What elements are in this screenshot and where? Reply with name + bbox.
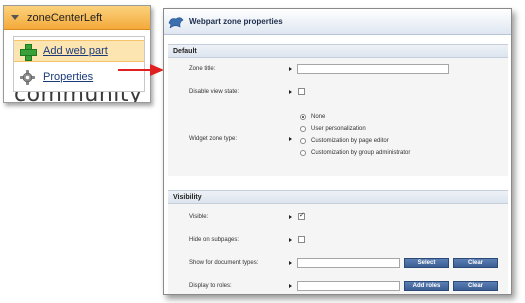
select-button[interactable]: Select (404, 258, 449, 268)
field-marker-icon (289, 215, 292, 219)
menu-item-add-web-part[interactable]: Add web part (14, 40, 144, 62)
field-marker-icon (289, 137, 292, 141)
document-types-input[interactable] (297, 258, 400, 268)
radio-customization-page-editor[interactable] (300, 138, 306, 144)
field-marker-icon (289, 261, 292, 265)
clear-roles-button[interactable]: Clear (453, 281, 498, 291)
zone-header[interactable]: zoneCenterLeft (4, 6, 150, 30)
field-marker-icon (289, 238, 292, 242)
disable-view-state-label: Disable view state: (189, 89, 240, 95)
webpart-zone-properties-dialog: Webpart zone properties Default Zone tit… (163, 8, 512, 295)
radio-label-customization-group-admin: Customization by group administrator (311, 150, 411, 156)
radio-label-customization-page-editor: Customization by page editor (311, 138, 389, 144)
field-marker-icon (289, 67, 292, 71)
radio-none[interactable] (300, 114, 306, 120)
zone-title-label: Zone title: (189, 66, 216, 72)
hide-on-subpages-label: Hide on subpages: (189, 237, 240, 243)
menu-item-label[interactable]: Add web part (43, 45, 108, 57)
field-marker-icon (289, 90, 292, 94)
hide-on-subpages-checkbox[interactable] (298, 236, 305, 243)
dialog-title: Webpart zone properties (189, 17, 283, 26)
menu-item-label[interactable]: Properties (43, 71, 93, 83)
radio-user-personalization[interactable] (300, 126, 306, 132)
field-marker-icon (289, 284, 292, 288)
section-header-visibility[interactable]: Visibility (168, 190, 508, 204)
gear-icon (20, 69, 35, 85)
visible-checkbox[interactable] (298, 211, 305, 220)
add-plus-icon (20, 43, 37, 61)
section-visibility: Visible: Hide on subpages: Show for docu… (168, 204, 508, 294)
section-header-default[interactable]: Default (168, 44, 508, 58)
radio-customization-group-admin[interactable] (300, 150, 306, 156)
pointer-arrow-icon (118, 64, 164, 76)
show-for-document-types-label: Show for document types: (189, 260, 259, 266)
display-to-roles-label: Display to roles: (189, 283, 232, 289)
section-default: Zone title: Disable view state: Widget z… (168, 58, 508, 176)
radio-label-none: None (311, 114, 326, 120)
dropdown-arrow-icon[interactable] (11, 15, 19, 20)
clear-button[interactable]: Clear (453, 258, 498, 268)
disable-view-state-checkbox[interactable] (298, 88, 305, 95)
visible-label: Visible: (189, 214, 209, 220)
zone-name: zoneCenterLeft (27, 11, 103, 24)
widget-zone-type-label: Widget zone type: (189, 136, 238, 142)
radio-label-user-personalization: User personalization (311, 126, 366, 132)
roles-input[interactable] (297, 281, 400, 291)
add-roles-button[interactable]: Add roles (404, 281, 449, 291)
zone-title-input[interactable] (297, 64, 449, 74)
webpart-zone-icon (168, 16, 184, 28)
zone-context-panel: zoneCenterLeft community Add web part Pr… (3, 5, 151, 103)
dialog-title-bar: Webpart zone properties (164, 9, 511, 35)
